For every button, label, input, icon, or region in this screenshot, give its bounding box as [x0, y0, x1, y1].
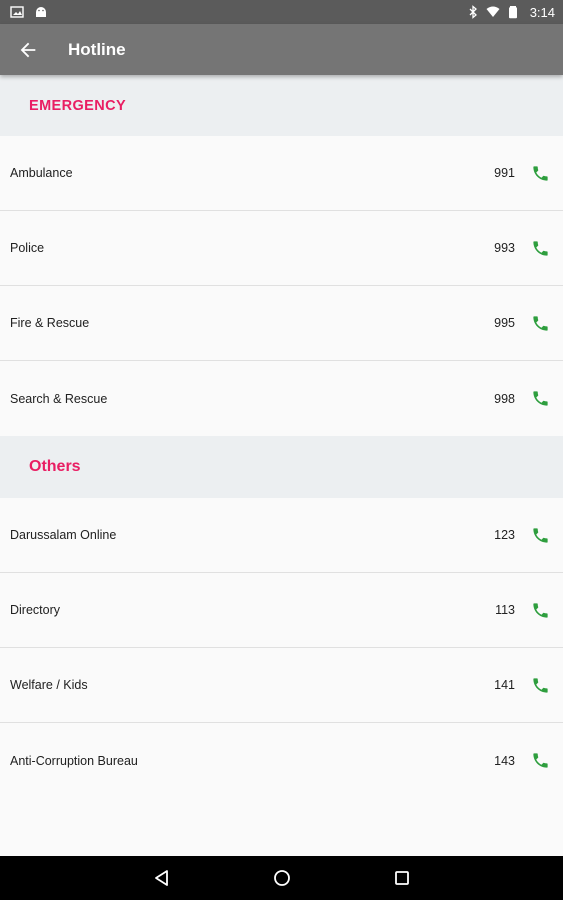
hotline-list[interactable]: EMERGENCY Ambulance 991 Police 993 Fire …: [0, 75, 563, 856]
battery-icon: [506, 5, 520, 19]
phone-icon[interactable]: [529, 237, 551, 259]
nav-home-button[interactable]: [222, 856, 342, 900]
hotline-number: 143: [494, 753, 515, 768]
nav-back-button[interactable]: [102, 856, 222, 900]
hotline-row-ambulance[interactable]: Ambulance 991: [0, 136, 563, 211]
hotline-row-anti-corruption-bureau[interactable]: Anti-Corruption Bureau 143: [0, 723, 563, 798]
nav-recents-button[interactable]: [342, 856, 462, 900]
app-bar: Hotline: [0, 24, 563, 75]
section-header-others: Others: [0, 436, 563, 498]
section-header-emergency: EMERGENCY: [0, 75, 563, 136]
back-triangle-icon: [154, 870, 168, 886]
system-nav-bar: [0, 856, 563, 900]
hotline-row-fire-rescue[interactable]: Fire & Rescue 995: [0, 286, 563, 361]
hotline-label: Fire & Rescue: [10, 316, 90, 330]
arrow-back-icon: [20, 42, 36, 57]
hotline-row-search-rescue[interactable]: Search & Rescue 998: [0, 361, 563, 436]
phone-icon[interactable]: [529, 750, 551, 772]
hotline-row-police[interactable]: Police 993: [0, 211, 563, 286]
hotline-label: Directory: [10, 603, 61, 617]
hotline-label: Welfare / Kids: [10, 678, 88, 692]
hotline-row-darussalam-online[interactable]: Darussalam Online 123: [0, 498, 563, 573]
hotline-number: 141: [494, 678, 515, 692]
phone-icon[interactable]: [529, 599, 551, 621]
phone-icon[interactable]: [529, 674, 551, 696]
hotline-label: Police: [10, 241, 45, 255]
phone-icon[interactable]: [529, 162, 551, 184]
hotline-row-directory[interactable]: Directory 113: [0, 573, 563, 648]
phone-icon[interactable]: [529, 312, 551, 334]
hotline-number: 991: [494, 166, 515, 180]
hotline-number: 998: [494, 391, 515, 406]
phone-icon[interactable]: [529, 388, 551, 410]
android-icon: [34, 5, 48, 19]
back-button[interactable]: [0, 24, 56, 75]
hotline-label: Darussalam Online: [10, 528, 117, 542]
image-icon: [10, 5, 24, 19]
hotline-number: 123: [494, 528, 515, 542]
recents-square-icon: [394, 871, 409, 885]
hotline-number: 993: [494, 241, 515, 255]
page-title: Hotline: [68, 39, 126, 59]
hotline-number: 113: [495, 603, 515, 617]
hotline-label: Anti-Corruption Bureau: [10, 753, 138, 768]
status-clock: 3:14: [529, 4, 555, 20]
status-bar: 3:14: [0, 0, 563, 24]
bluetooth-icon: [466, 5, 480, 19]
hotline-label: Ambulance: [10, 166, 73, 180]
phone-icon[interactable]: [529, 524, 551, 546]
hotline-row-welfare-kids[interactable]: Welfare / Kids 141: [0, 648, 563, 723]
hotline-label: Search & Rescue: [10, 391, 108, 406]
wifi-icon: [486, 5, 500, 19]
hotline-number: 995: [494, 316, 515, 330]
home-circle-icon: [273, 870, 290, 886]
